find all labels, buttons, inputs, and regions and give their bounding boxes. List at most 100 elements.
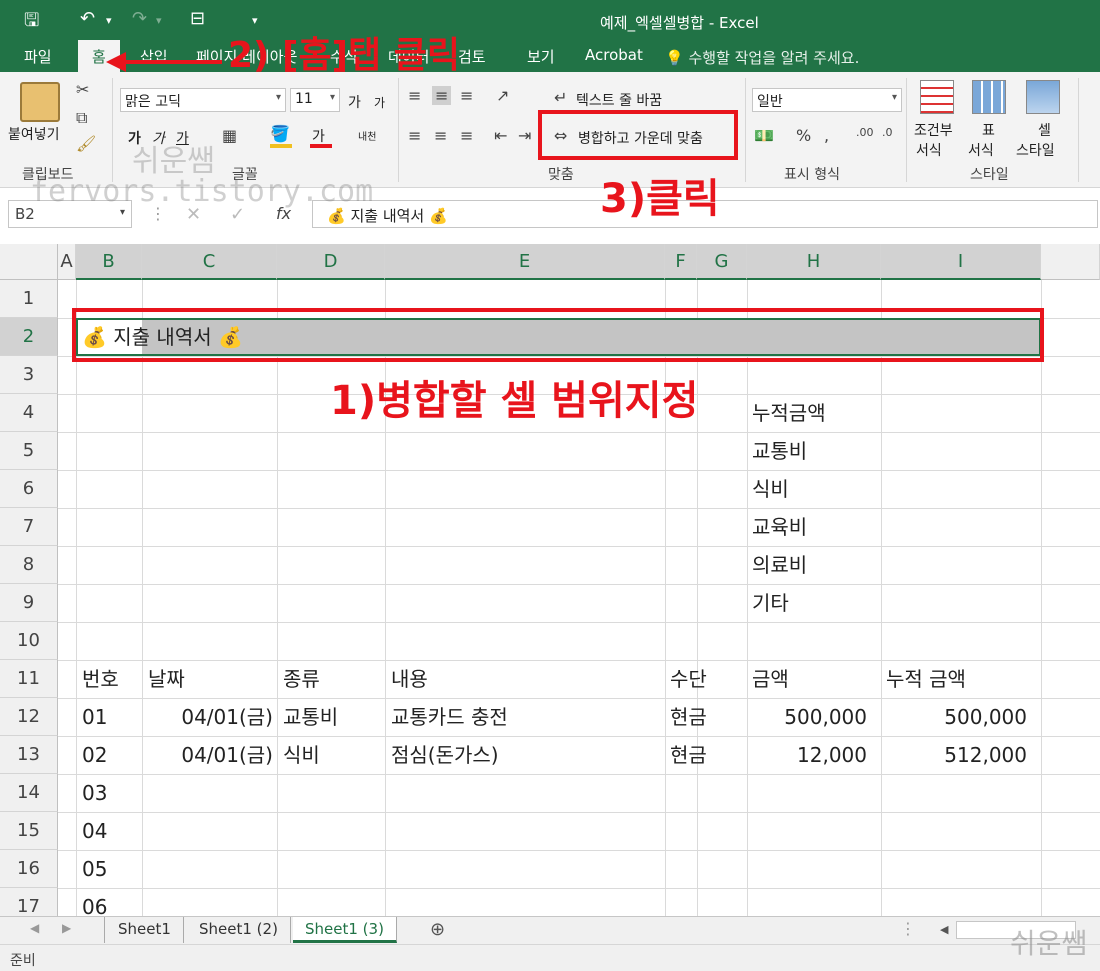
cell-i11[interactable]: 누적 금액 (886, 660, 966, 698)
align-bottom-icon[interactable]: ≡ (460, 86, 473, 105)
percent-icon[interactable]: % (796, 126, 811, 145)
number-format-select[interactable]: 일반 ▾ (752, 88, 902, 112)
cell-e13[interactable]: 점심(돈가스) (391, 736, 499, 774)
fill-color-icon[interactable]: 🪣 (270, 124, 290, 143)
row-header-2[interactable]: 2 (0, 318, 58, 356)
row-header-1[interactable]: 1 (0, 280, 58, 318)
cell-h6[interactable]: 식비 (752, 470, 789, 508)
decrease-indent-icon[interactable]: ⇤ (494, 126, 507, 145)
hscroll-left-icon[interactable]: ◀ (940, 923, 948, 936)
sheet-tab-3[interactable]: Sheet1 (3) (293, 917, 397, 943)
cell-d11[interactable]: 종류 (283, 660, 320, 698)
sheet-tab-2[interactable]: Sheet1 (2) (187, 917, 291, 943)
col-header-f[interactable]: F (665, 244, 697, 280)
align-center-icon[interactable]: ≡ (434, 126, 447, 145)
col-header-e[interactable]: E (385, 244, 665, 280)
cell-d12[interactable]: 교통비 (283, 698, 338, 736)
tab-acrobat[interactable]: Acrobat (585, 46, 643, 64)
copy-icon[interactable]: ⧉ (76, 108, 87, 128)
row-header-6[interactable]: 6 (0, 470, 58, 508)
shrink-font-button[interactable]: 가 (374, 94, 385, 111)
cell-b14[interactable]: 03 (82, 774, 107, 812)
conditional-format-button[interactable]: 조건부 (914, 120, 953, 140)
row-header-8[interactable]: 8 (0, 546, 58, 584)
cell-h7[interactable]: 교육비 (752, 508, 807, 546)
row-header-4[interactable]: 4 (0, 394, 58, 432)
col-header-d[interactable]: D (277, 244, 385, 280)
increase-indent-icon[interactable]: ⇥ (518, 126, 531, 145)
undo-dropdown-icon[interactable]: ▾ (106, 14, 112, 27)
font-name-select[interactable]: 맑은 고딕 ▾ (120, 88, 286, 112)
select-all-button[interactable] (0, 244, 58, 280)
row-header-3[interactable]: 3 (0, 356, 58, 394)
cell-b13[interactable]: 02 (82, 736, 107, 774)
row-header-12[interactable]: 12 (0, 698, 58, 736)
format-painter-icon[interactable]: 🖌 (76, 134, 96, 153)
tab-review[interactable]: 검토 (458, 46, 486, 67)
cell-h4[interactable]: 누적금액 (752, 394, 826, 432)
col-header-a[interactable]: A (58, 244, 76, 280)
cell-i12[interactable]: 500,000 (881, 698, 1027, 736)
cell-h9[interactable]: 기타 (752, 584, 789, 622)
align-left-icon[interactable]: ≡ (408, 126, 421, 145)
cell-b15[interactable]: 04 (82, 812, 107, 850)
wrap-text-button[interactable]: 텍스트 줄 바꿈 (576, 90, 662, 110)
align-middle-icon[interactable]: ≡ (432, 86, 452, 105)
col-header-next[interactable] (1041, 244, 1100, 280)
cell-h8[interactable]: 의료비 (752, 546, 807, 584)
col-header-g[interactable]: G (697, 244, 747, 280)
cell-c11[interactable]: 날짜 (148, 660, 185, 698)
accounting-format-icon[interactable]: 💵 (754, 126, 774, 145)
grow-font-button[interactable]: 가 (348, 92, 361, 112)
col-header-h[interactable]: H (747, 244, 881, 280)
cell-h13[interactable]: 12,000 (747, 736, 867, 774)
sheet-tab-1[interactable]: Sheet1 (106, 917, 184, 943)
cell-f13[interactable]: 현금 (670, 736, 707, 774)
row-header-9[interactable]: 9 (0, 584, 58, 622)
comma-style-icon[interactable]: , (824, 126, 829, 145)
row-header-10[interactable]: 10 (0, 622, 58, 660)
cell-styles-button[interactable]: 셀 (1038, 120, 1051, 140)
add-sheet-icon[interactable]: ⊕ (430, 919, 445, 940)
align-right-icon[interactable]: ≡ (460, 126, 473, 145)
row-header-17[interactable]: 17 (0, 888, 58, 916)
format-as-table-button[interactable]: 표 (982, 120, 995, 140)
redo-icon[interactable]: ↷ (132, 8, 147, 29)
cell-c12[interactable]: 04/01(금) (142, 698, 273, 736)
row-header-13[interactable]: 13 (0, 736, 58, 774)
cut-icon[interactable]: ✂ (76, 80, 89, 99)
font-size-select[interactable]: 11 ▾ (290, 88, 340, 112)
form-icon[interactable]: ⊟ (190, 8, 205, 29)
cell-h11[interactable]: 금액 (752, 660, 789, 698)
col-header-b[interactable]: B (76, 244, 142, 280)
row-header-11[interactable]: 11 (0, 660, 58, 698)
col-header-i[interactable]: I (881, 244, 1041, 280)
tab-view[interactable]: 보기 (527, 46, 555, 67)
tab-file[interactable]: 파일 (24, 46, 52, 67)
cell-h5[interactable]: 교통비 (752, 432, 807, 470)
cell-e12[interactable]: 교통카드 충전 (391, 698, 508, 736)
row-header-7[interactable]: 7 (0, 508, 58, 546)
row-header-14[interactable]: 14 (0, 774, 58, 812)
tell-me-box[interactable]: 💡 수행할 작업을 알려 주세요. (665, 47, 859, 68)
cell-e11[interactable]: 내용 (391, 660, 428, 698)
cell-b16[interactable]: 05 (82, 850, 107, 888)
paste-icon[interactable] (20, 82, 60, 122)
cell-b12[interactable]: 01 (82, 698, 107, 736)
col-header-c[interactable]: C (142, 244, 277, 280)
undo-icon[interactable]: ↶ (80, 8, 95, 29)
align-top-icon[interactable]: ≡ (408, 86, 421, 105)
cell-c13[interactable]: 04/01(금) (142, 736, 273, 774)
row-header-15[interactable]: 15 (0, 812, 58, 850)
scroll-right-icon[interactable]: ▶ (62, 921, 71, 935)
cell-i13[interactable]: 512,000 (881, 736, 1027, 774)
row-header-5[interactable]: 5 (0, 432, 58, 470)
cell-b17[interactable]: 06 (82, 888, 107, 916)
cell-styles-icon[interactable] (1026, 80, 1060, 114)
increase-decimal-icon[interactable]: .00 (856, 126, 874, 139)
paste-button[interactable]: 붙여넣기 (8, 124, 60, 144)
save-icon[interactable]: 🖫 (24, 8, 39, 38)
cell-f11[interactable]: 수단 (670, 660, 707, 698)
cell-h12[interactable]: 500,000 (747, 698, 867, 736)
decrease-decimal-icon[interactable]: .0 (882, 126, 893, 139)
